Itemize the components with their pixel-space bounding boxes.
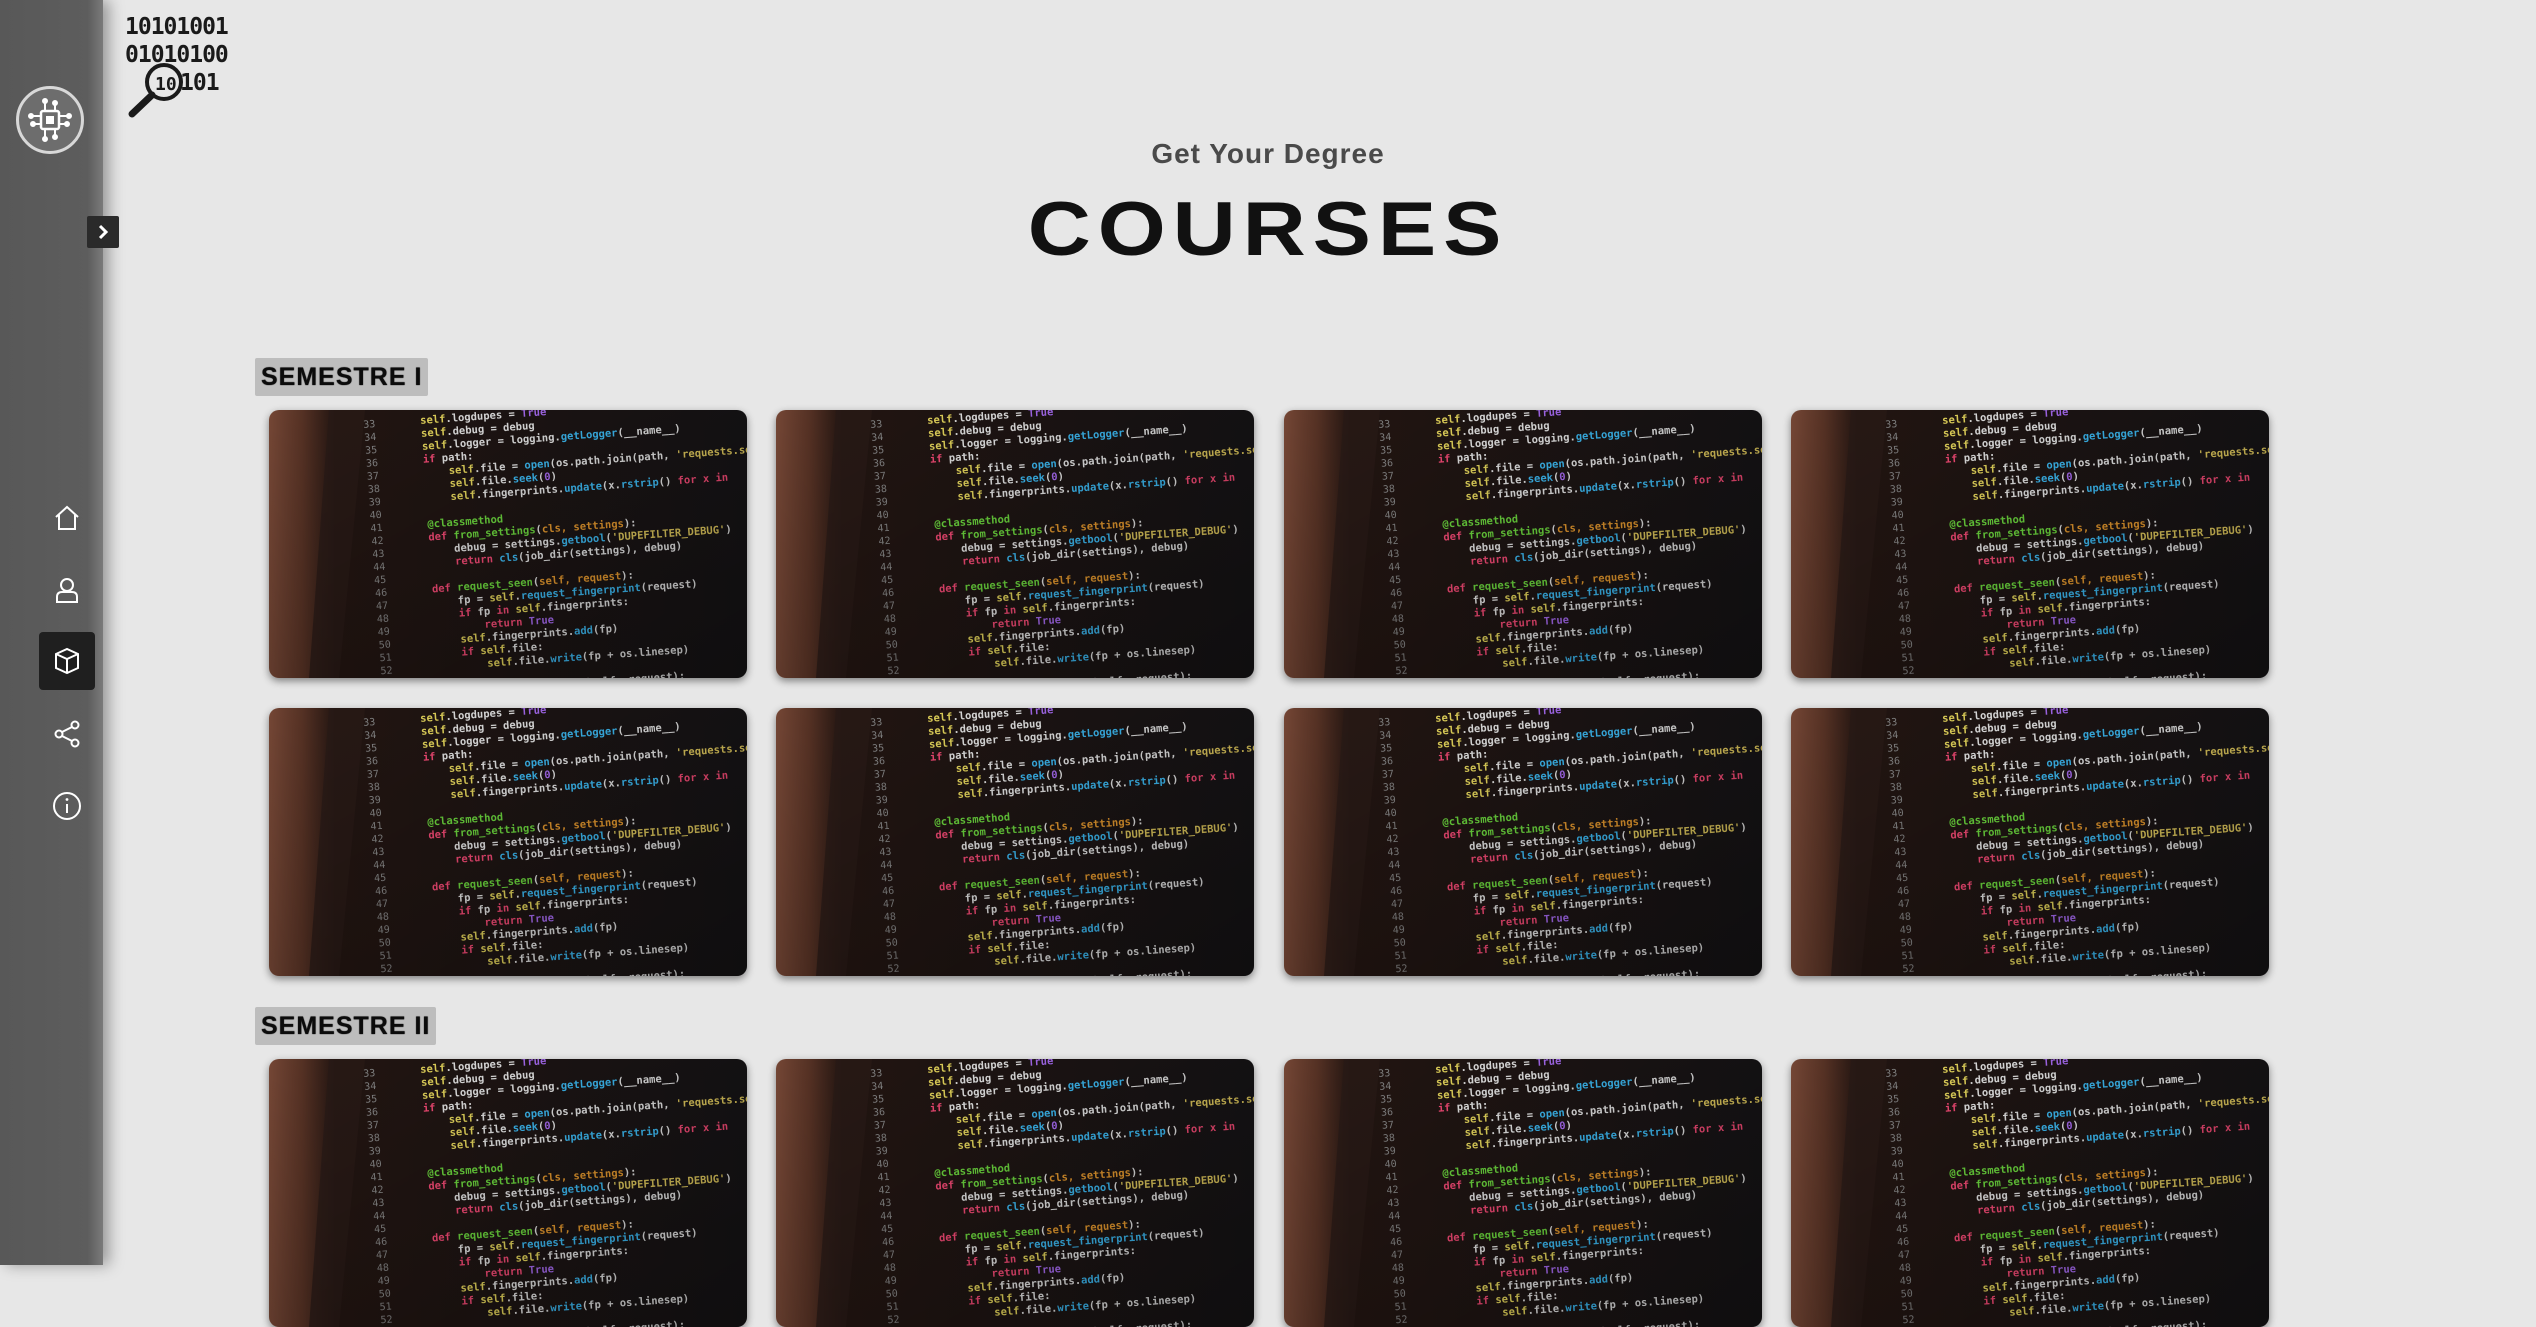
chevron-right-icon [98,224,109,240]
course-card[interactable] [1791,708,2269,976]
svg-text:10101001: 10101001 [125,14,228,40]
course-card[interactable] [269,410,747,678]
sidebar [0,0,103,1265]
svg-text:01010100: 01010100 [125,42,228,68]
sidebar-item-share[interactable] [39,705,95,763]
course-card[interactable] [776,410,1254,678]
sidebar-item-info[interactable] [39,777,95,835]
course-card[interactable] [1284,708,1762,976]
home-icon [55,505,79,530]
course-card[interactable] [1284,410,1762,678]
share-icon [54,720,80,748]
semester-label: SEMESTRE I [255,358,429,396]
semester-label: SEMESTRE II [255,1007,437,1045]
svg-text:10: 10 [155,74,177,95]
course-card[interactable] [1791,1059,2269,1327]
course-card[interactable] [269,708,747,976]
sidebar-item-courses[interactable] [39,632,95,690]
course-card[interactable] [1284,1059,1762,1327]
sidebar-expand-button[interactable] [87,216,119,248]
course-card[interactable] [1791,410,2269,678]
page-title: COURSES [1027,187,1509,272]
sidebar-item-home[interactable] [39,489,95,547]
course-card[interactable] [776,708,1254,976]
box-icon [55,647,79,675]
course-card[interactable] [776,1059,1254,1327]
info-icon [53,792,81,820]
sidebar-item-profile[interactable] [39,561,95,619]
circuit-chip-icon[interactable] [16,86,84,154]
course-card[interactable] [269,1059,747,1327]
page-subtitle: Get Your Degree [1151,138,1385,169]
user-icon [56,578,78,603]
binary-magnifier-logo[interactable]: 10101001 01010100 101 10 [122,10,232,120]
svg-text:101: 101 [180,70,219,96]
